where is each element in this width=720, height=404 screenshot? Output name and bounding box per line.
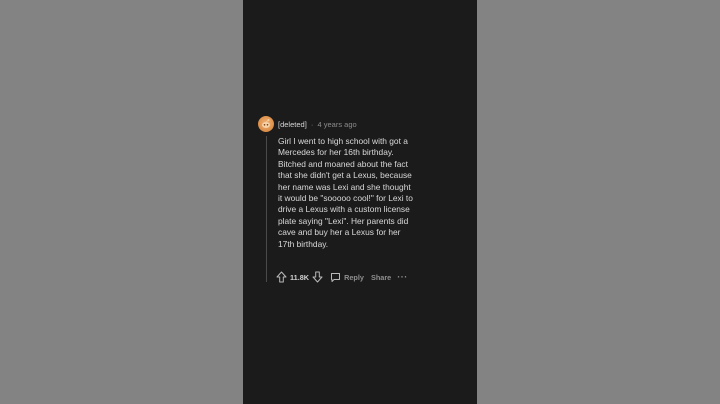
- comment-meta: [deleted] · 4 years ago: [278, 120, 357, 129]
- comment-author[interactable]: [deleted]: [278, 120, 307, 129]
- upvote-arrow-icon[interactable]: [276, 271, 287, 283]
- comment-actions: 11.8K Reply Share ···: [276, 270, 408, 284]
- comment-body: Girl I went to high school with got a Me…: [278, 136, 416, 250]
- share-button[interactable]: Share: [371, 273, 391, 282]
- thread-line[interactable]: [266, 136, 267, 282]
- comment-bubble-icon[interactable]: [330, 272, 341, 283]
- downvote-arrow-icon[interactable]: [312, 271, 323, 283]
- comment-timestamp: 4 years ago: [317, 120, 357, 129]
- meta-separator: ·: [310, 120, 314, 129]
- comment-text: Girl I went to high school with got a Me…: [278, 136, 413, 249]
- video-frame: [deleted] · 4 years ago Girl I went to h…: [0, 0, 720, 404]
- vote-score: 11.8K: [290, 272, 310, 282]
- snoo-avatar-icon[interactable]: [258, 116, 274, 132]
- more-options-icon[interactable]: ···: [397, 272, 408, 282]
- reply-button[interactable]: Reply: [344, 273, 364, 282]
